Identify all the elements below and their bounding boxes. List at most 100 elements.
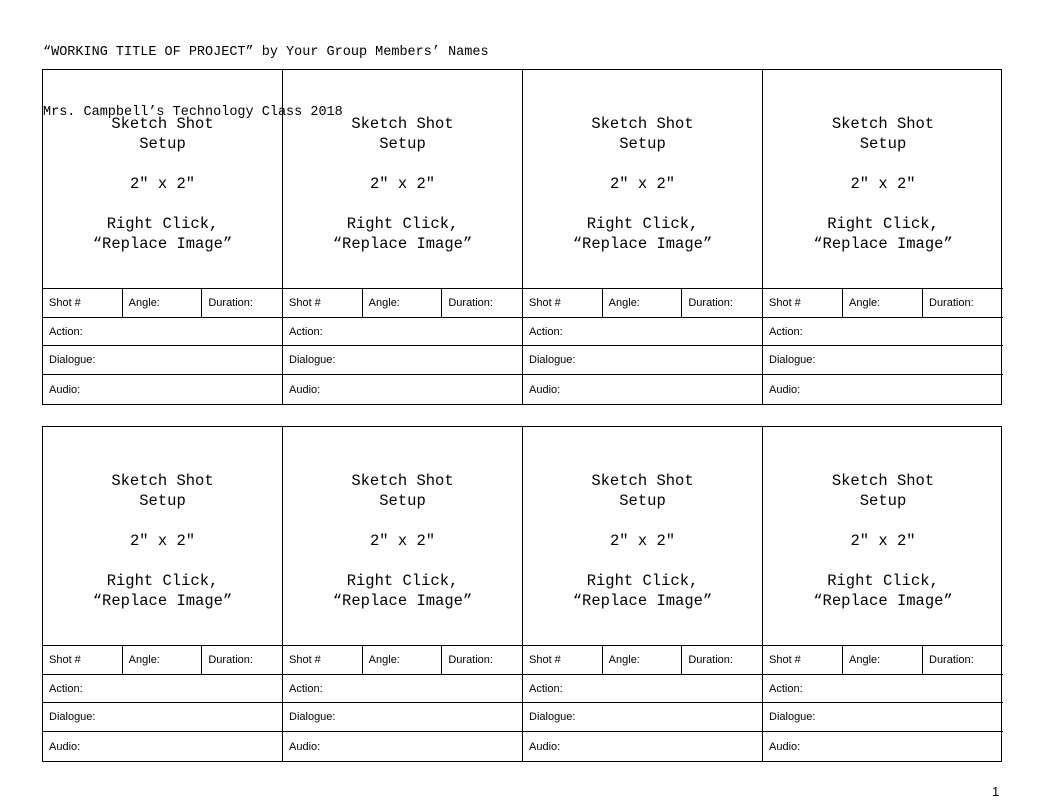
angle-label: Angle:: [128, 296, 160, 309]
sketch-image-placeholder[interactable]: Sketch Shot Setup 2″ x 2″ Right Click, “…: [43, 70, 282, 289]
duration-field[interactable]: Duration:: [923, 289, 1003, 317]
action-field[interactable]: Action:: [43, 318, 282, 347]
sketch-image-placeholder[interactable]: Sketch Shot Setup 2″ x 2″ Right Click, “…: [763, 70, 1003, 289]
duration-field[interactable]: Duration:: [202, 289, 282, 317]
action-label: Action:: [289, 682, 323, 695]
duration-field[interactable]: Duration:: [442, 646, 522, 674]
shot-number-field[interactable]: Shot #: [763, 288, 843, 317]
sketch-title-line2: Setup: [379, 492, 426, 510]
action-field[interactable]: Action:: [283, 675, 522, 704]
dialogue-label: Dialogue:: [49, 354, 96, 367]
shot-info-row: Shot # Angle: Duration:: [43, 288, 282, 318]
shot-number-field[interactable]: Shot #: [43, 288, 123, 317]
duration-field[interactable]: Duration:: [682, 289, 762, 317]
sketch-image-placeholder[interactable]: Sketch Shot Setup 2″ x 2″ Right Click, “…: [763, 427, 1003, 646]
angle-field[interactable]: Angle:: [603, 288, 683, 317]
storyboard-frame: Sketch Shot Setup 2″ x 2″ Right Click, “…: [43, 70, 283, 404]
dialogue-field[interactable]: Dialogue:: [523, 346, 762, 376]
angle-field[interactable]: Angle:: [363, 645, 443, 674]
dialogue-label: Dialogue:: [289, 354, 336, 367]
storyboard-row: Sketch Shot Setup 2″ x 2″ Right Click, “…: [42, 69, 1003, 405]
action-label: Action:: [49, 682, 83, 695]
instruction-line1: Right Click,: [827, 215, 939, 233]
instruction-line2: “Replace Image”: [92, 592, 233, 610]
angle-label: Angle:: [128, 653, 160, 666]
angle-field[interactable]: Angle:: [363, 288, 443, 317]
audio-label: Audio:: [529, 383, 561, 396]
dialogue-field[interactable]: Dialogue:: [763, 703, 1003, 733]
duration-label: Duration:: [929, 653, 974, 666]
audio-field[interactable]: Audio:: [763, 375, 1003, 404]
action-field[interactable]: Action:: [523, 318, 762, 347]
action-field[interactable]: Action:: [43, 675, 282, 704]
action-field[interactable]: Action:: [763, 318, 1003, 347]
angle-field[interactable]: Angle:: [843, 288, 923, 317]
dialogue-field[interactable]: Dialogue:: [523, 703, 762, 733]
audio-field[interactable]: Audio:: [523, 732, 762, 761]
sketch-title-line1: Sketch Shot: [831, 472, 935, 490]
sketch-size: 2″ x 2″: [129, 532, 196, 550]
audio-field[interactable]: Audio:: [763, 732, 1003, 761]
dialogue-label: Dialogue:: [529, 354, 576, 367]
storyboard-frame: Sketch Shot Setup 2″ x 2″ Right Click, “…: [763, 427, 1003, 761]
sketch-image-placeholder[interactable]: Sketch Shot Setup 2″ x 2″ Right Click, “…: [43, 427, 282, 646]
sketch-size: 2″ x 2″: [369, 532, 436, 550]
shot-number-field[interactable]: Shot #: [763, 645, 843, 674]
audio-field[interactable]: Audio:: [43, 732, 282, 761]
instruction-line2: “Replace Image”: [572, 592, 713, 610]
sketch-size: 2″ x 2″: [369, 175, 436, 193]
audio-field[interactable]: Audio:: [43, 375, 282, 404]
shot-info-row: Shot # Angle: Duration:: [283, 645, 522, 675]
action-field[interactable]: Action:: [283, 318, 522, 347]
storyboard-frame: Sketch Shot Setup 2″ x 2″ Right Click, “…: [283, 70, 523, 404]
instruction-line1: Right Click,: [346, 215, 459, 233]
action-label: Action:: [529, 325, 563, 338]
audio-label: Audio:: [49, 383, 81, 396]
sketch-image-placeholder[interactable]: Sketch Shot Setup 2″ x 2″ Right Click, “…: [283, 427, 522, 646]
shot-number-label: Shot #: [529, 653, 561, 666]
dialogue-field[interactable]: Dialogue:: [763, 346, 1003, 376]
shot-number-field[interactable]: Shot #: [43, 645, 123, 674]
action-field[interactable]: Action:: [523, 675, 762, 704]
instruction-line1: Right Click,: [586, 215, 699, 233]
storyboard-frame: Sketch Shot Setup 2″ x 2″ Right Click, “…: [523, 427, 763, 761]
shot-info-row: Shot # Angle: Duration:: [763, 645, 1003, 675]
duration-field[interactable]: Duration:: [923, 646, 1003, 674]
sketch-title-line1: Sketch Shot: [591, 115, 694, 133]
instruction-line1: Right Click,: [346, 572, 459, 590]
shot-number-field[interactable]: Shot #: [283, 288, 363, 317]
angle-label: Angle:: [849, 653, 881, 666]
duration-field[interactable]: Duration:: [442, 289, 522, 317]
storyboard-frame: Sketch Shot Setup 2″ x 2″ Right Click, “…: [763, 70, 1003, 404]
audio-field[interactable]: Audio:: [523, 375, 762, 404]
shot-number-label: Shot #: [49, 653, 81, 666]
dialogue-field[interactable]: Dialogue:: [43, 346, 282, 376]
angle-field[interactable]: Angle:: [843, 645, 923, 674]
sketch-image-placeholder[interactable]: Sketch Shot Setup 2″ x 2″ Right Click, “…: [523, 70, 762, 289]
duration-field[interactable]: Duration:: [202, 646, 282, 674]
instruction-line2: “Replace Image”: [332, 592, 473, 610]
angle-field[interactable]: Angle:: [123, 288, 203, 317]
storyboard-block-2: Sketch Shot Setup 2″ x 2″ Right Click, “…: [42, 426, 1003, 762]
sketch-image-placeholder[interactable]: Sketch Shot Setup 2″ x 2″ Right Click, “…: [523, 427, 762, 646]
audio-field[interactable]: Audio:: [283, 375, 522, 404]
shot-number-field[interactable]: Shot #: [283, 645, 363, 674]
sketch-title-line1: Sketch Shot: [351, 472, 454, 490]
dialogue-field[interactable]: Dialogue:: [283, 703, 522, 733]
duration-label: Duration:: [929, 296, 974, 309]
audio-label: Audio:: [49, 740, 81, 753]
dialogue-field[interactable]: Dialogue:: [283, 346, 522, 376]
sketch-title-line1: Sketch Shot: [111, 472, 214, 490]
instruction-line2: “Replace Image”: [572, 235, 713, 253]
shot-number-field[interactable]: Shot #: [523, 645, 603, 674]
shot-number-label: Shot #: [49, 296, 81, 309]
action-field[interactable]: Action:: [763, 675, 1003, 704]
angle-field[interactable]: Angle:: [123, 645, 203, 674]
shot-number-field[interactable]: Shot #: [523, 288, 603, 317]
dialogue-field[interactable]: Dialogue:: [43, 703, 282, 733]
duration-field[interactable]: Duration:: [682, 646, 762, 674]
angle-field[interactable]: Angle:: [603, 645, 683, 674]
audio-field[interactable]: Audio:: [283, 732, 522, 761]
sketch-image-placeholder[interactable]: Sketch Shot Setup 2″ x 2″ Right Click, “…: [283, 70, 522, 289]
storyboard-frame: Sketch Shot Setup 2″ x 2″ Right Click, “…: [43, 427, 283, 761]
